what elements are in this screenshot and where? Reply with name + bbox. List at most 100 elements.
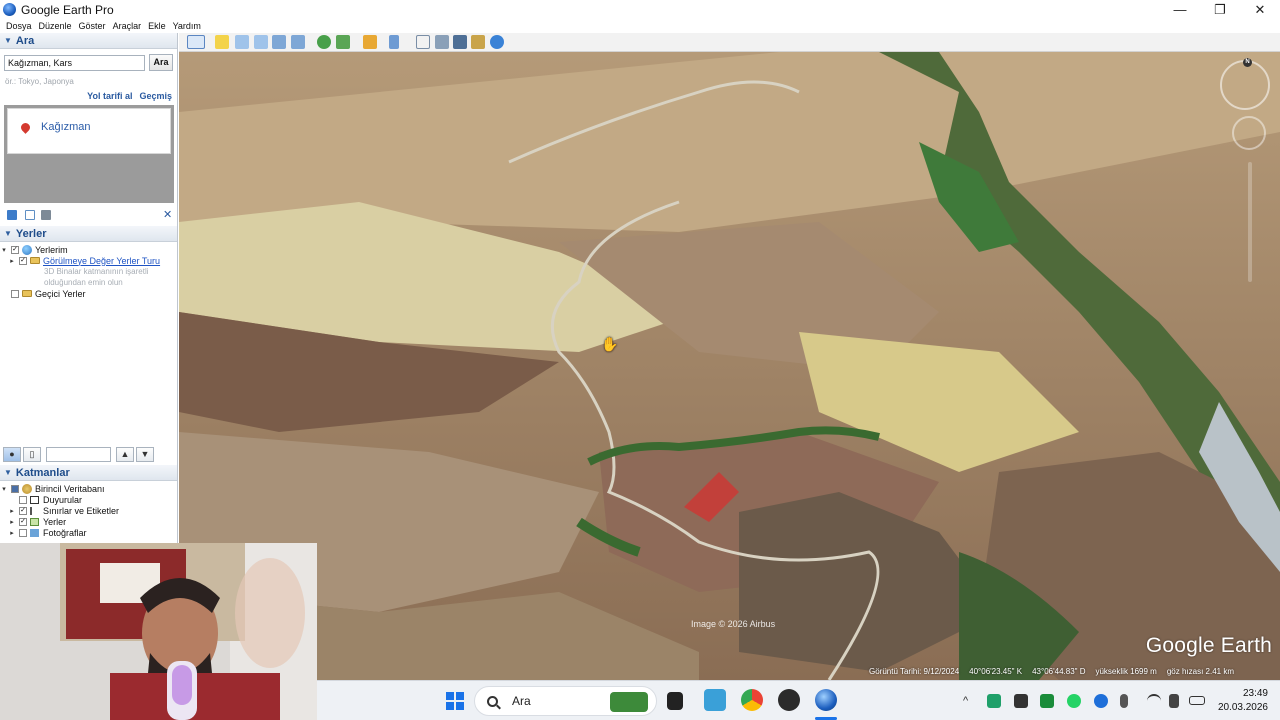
layer-item-label: Fotoğraflar (43, 527, 87, 538)
maximize-button[interactable]: ❐ (1200, 0, 1240, 19)
search-result-name[interactable]: Kağızman (41, 121, 91, 133)
sunlight-icon[interactable] (336, 35, 350, 49)
bluetooth-icon[interactable] (1094, 694, 1108, 708)
directions-link[interactable]: Yol tarifi al (87, 91, 132, 101)
checkbox[interactable]: ✓ (19, 506, 27, 515)
historical-imagery-icon[interactable] (317, 35, 331, 49)
close-button[interactable]: ✕ (1240, 0, 1280, 19)
recording-app-icon[interactable] (778, 689, 800, 711)
whatsapp-icon[interactable] (1067, 694, 1081, 708)
tray-app-icon[interactable] (987, 694, 1001, 708)
print-icon[interactable] (41, 210, 51, 220)
system-clock[interactable]: 23:49 20.03.2026 (1218, 687, 1268, 715)
layer-item-primary-database[interactable]: ▾ Birincil Veritabanı (0, 483, 177, 494)
expand-arrow-icon[interactable]: ▾ (0, 485, 8, 493)
search-result-item[interactable]: Kağızman (7, 108, 171, 154)
search-icon (487, 695, 498, 707)
volume-icon[interactable] (1169, 694, 1179, 708)
north-indicator[interactable]: N (1243, 58, 1252, 67)
battery-icon[interactable] (1189, 696, 1205, 705)
places-panel-header[interactable]: ▼ Yerler (0, 226, 177, 242)
layer-item-announcements[interactable]: Duyurular (0, 494, 177, 505)
tour-description-line1: 3D Binalar katmanının işaretli (44, 267, 149, 276)
view-in-maps-icon[interactable] (471, 35, 485, 49)
menu-tools[interactable]: Araçlar (113, 21, 142, 31)
menu-add[interactable]: Ekle (148, 21, 166, 31)
search-places-icon[interactable]: ● (3, 446, 21, 462)
checkbox[interactable]: ✓ (19, 256, 27, 265)
expand-arrow-icon[interactable]: ▸ (8, 529, 16, 537)
photos-app-icon[interactable] (704, 689, 726, 711)
google-earth-taskbar-icon[interactable] (815, 689, 837, 711)
menu-edit[interactable]: Düzenle (39, 21, 72, 31)
save-to-places-icon[interactable] (7, 210, 17, 220)
save-image-icon[interactable] (453, 35, 467, 49)
earth-map-view[interactable]: ✋ N Image © 2026 Airbus Google Earth Gör… (179, 52, 1280, 680)
search-input[interactable] (4, 54, 145, 71)
tree-item-sightseeing[interactable]: ▸ ✓ Görülmeye Değer Yerler Turu (0, 255, 177, 266)
layer-item-borders-labels[interactable]: ▸ ✓ Sınırlar ve Etiketler (0, 505, 177, 516)
microphone-icon[interactable] (1120, 694, 1128, 708)
tray-stats-icon[interactable] (1014, 694, 1028, 708)
move-up-icon[interactable]: ▲ (116, 446, 134, 462)
search-results-area: Kağızman (4, 105, 174, 203)
sidebar-toggle-icon[interactable] (187, 35, 205, 49)
compass-ring[interactable]: N (1220, 58, 1270, 110)
checkbox[interactable] (19, 495, 27, 504)
checkbox[interactable]: ✓ (19, 517, 27, 526)
windows-taskbar: Ara ^ 23:49 20.03.2026 (317, 680, 1280, 720)
folder-icon (22, 290, 32, 297)
add-polygon-icon[interactable] (235, 35, 249, 49)
print-icon[interactable] (435, 35, 449, 49)
checkbox[interactable]: ✓ (11, 245, 19, 254)
zoom-slider[interactable] (1248, 162, 1252, 282)
file-explorer-icon[interactable] (667, 692, 683, 710)
copy-icon[interactable] (25, 210, 35, 220)
email-icon[interactable] (416, 35, 430, 49)
layer-item-photos[interactable]: ▸ Fotoğraflar (0, 527, 177, 538)
checkbox[interactable] (11, 289, 19, 298)
expand-arrow-icon[interactable]: ▸ (8, 257, 16, 265)
expand-arrow-icon[interactable]: ▸ (8, 518, 16, 526)
chrome-icon[interactable] (741, 689, 763, 711)
search-button[interactable]: Ara (149, 54, 173, 71)
add-image-overlay-icon[interactable] (272, 35, 286, 49)
tree-item-label: Yerlerim (35, 244, 68, 255)
places-nav-row: ● ▯ ▲ ▼ (3, 446, 175, 462)
layers-panel-header[interactable]: ▼ Katmanlar (0, 465, 177, 481)
tree-item-temporary[interactable]: Geçici Yerler (0, 288, 177, 299)
expand-arrow-icon[interactable]: ▾ (0, 246, 8, 254)
taskbar-search[interactable]: Ara (474, 686, 657, 716)
tray-nvidia-icon[interactable] (1040, 694, 1054, 708)
latitude: 40°06'23.45" K (969, 666, 1023, 676)
clear-results-icon[interactable]: ✕ (163, 210, 173, 221)
add-placemark-icon[interactable] (215, 35, 229, 49)
search-panel-header[interactable]: ▼ Ara (0, 33, 177, 49)
checkbox[interactable] (11, 484, 19, 493)
history-link[interactable]: Geçmiş (139, 91, 172, 101)
tree-item-my-places[interactable]: ▾ ✓ Yerlerim (0, 244, 177, 255)
checkbox[interactable] (19, 528, 27, 537)
layer-item-places[interactable]: ▸ ✓ Yerler (0, 516, 177, 527)
places-panel-title: Yerler (15, 227, 47, 240)
panel-toggle-icon[interactable]: ▯ (23, 446, 41, 462)
record-tour-icon[interactable] (291, 35, 305, 49)
wifi-icon[interactable] (1147, 694, 1161, 708)
ruler-icon[interactable] (389, 35, 399, 49)
earth-gallery-icon[interactable] (490, 35, 504, 49)
places-filter-input[interactable] (46, 446, 111, 462)
move-down-icon[interactable]: ▼ (136, 446, 154, 462)
windows-start-icon[interactable] (446, 692, 464, 710)
menu-view[interactable]: Göster (79, 21, 106, 31)
map-toolbar (179, 33, 1280, 52)
tree-item-label[interactable]: Görülmeye Değer Yerler Turu (43, 256, 160, 266)
expand-arrow-icon[interactable]: ▸ (8, 507, 16, 515)
menu-help[interactable]: Yardım (173, 21, 201, 31)
look-joystick[interactable] (1232, 116, 1266, 150)
tour-description-line2: olduğundan emin olun (44, 278, 123, 287)
tray-overflow-icon[interactable]: ^ (963, 694, 977, 708)
minimize-button[interactable]: — (1160, 0, 1200, 19)
planets-icon[interactable] (363, 35, 377, 49)
add-path-icon[interactable] (254, 35, 268, 49)
menu-file[interactable]: Dosya (6, 21, 32, 31)
